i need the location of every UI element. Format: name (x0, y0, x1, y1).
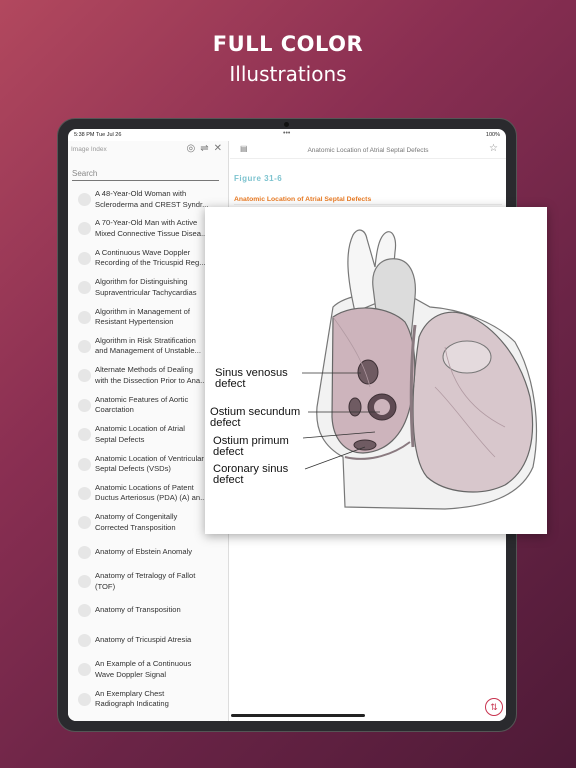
figure-title: Anatomic Location of Atrial Septal Defec… (234, 196, 372, 203)
battery-indicator: 100% (485, 132, 500, 138)
list-item-line1: A 48-Year-Old Woman with (95, 189, 187, 198)
multitask-dots-icon[interactable]: ••• (283, 130, 290, 137)
list-item-line2: Radiograph Indicating (95, 699, 169, 709)
list-item[interactable]: An Exemplary Chest Radiograph Indicating (68, 685, 229, 714)
content-header: ▤ Anatomic Location of Atrial Septal Def… (230, 141, 506, 159)
search-input[interactable]: Search (72, 169, 219, 181)
thumbnail-icon (78, 310, 91, 324)
list-item-line1: An Example of a Continuous (95, 659, 192, 669)
close-icon[interactable]: ✕ (214, 143, 222, 154)
divider (234, 204, 502, 205)
label-line: defect (213, 473, 244, 486)
label-ostium-primum: Ostium primum defect (213, 436, 289, 457)
thumbnail-icon (78, 663, 91, 677)
search-placeholder: Search (72, 169, 98, 178)
thumbnail-icon (78, 516, 91, 530)
thumbnail-icon (78, 545, 91, 559)
list-item-line2: (TOF) (95, 581, 116, 591)
sidebar-header: Image Index ◎ ⇌ ✕ (68, 141, 228, 159)
thumbnail-icon (78, 633, 91, 647)
sidebar-header-icons: ◎ ⇌ ✕ (186, 143, 222, 154)
thumbnail-icon (78, 692, 91, 706)
list-item[interactable]: An Example of a Continuous Wave Doppler S… (68, 655, 229, 684)
thumbnail-icon (78, 369, 91, 383)
list-item[interactable]: Anatomy of Tetralogy of Fallot (TOF) (68, 567, 229, 596)
content-header-title: Anatomic Location of Atrial Septal Defec… (307, 147, 429, 154)
list-item[interactable]: Anatomy of Tricuspid Atresia (68, 626, 229, 655)
label-line: defect (213, 445, 244, 458)
thumbnail-icon (78, 222, 91, 236)
thumbnail-icon (78, 251, 91, 265)
figure-number: Figure 31-6 (234, 174, 283, 183)
label-line: Ostium primum (213, 435, 289, 447)
status-bar: 5:38 PM Tue Jul 26 ••• 100% (68, 129, 506, 141)
figure-popout[interactable]: Sinus venosus defect Ostium secundum defec… (205, 207, 547, 534)
list-item-line1: Anatomy of Tricuspid Atresia (95, 634, 192, 644)
label-line: Sinus venosus (215, 367, 288, 379)
list-item[interactable]: Anatomy of Transposition (68, 596, 229, 625)
label-sinus-venosus: Sinus venosus defect (215, 368, 288, 389)
list-item-line2: Wave Doppler Signal (95, 669, 167, 679)
list-item-line1: Anatomy of Ebstein Anomaly (95, 546, 193, 556)
target-icon[interactable]: ◎ (186, 143, 195, 154)
label-coronary-sinus: Coronary sinus defect (213, 464, 288, 485)
sidebar-title: Image Index (71, 146, 107, 153)
label-line: defect (210, 416, 241, 429)
camera-dot (284, 122, 289, 127)
label-line: Ostium secundum (210, 406, 301, 418)
thumbnail-icon (78, 281, 91, 295)
label-ostium-secundum: Ostium secundum defect (210, 407, 300, 428)
status-time: 5:38 PM Tue Jul 26 (74, 132, 122, 138)
thumbnail-icon (78, 457, 91, 471)
thumbnail-icon (78, 604, 91, 618)
promo-title: FULL COLOR (212, 32, 364, 56)
promo-subtitle: Illustrations (229, 62, 347, 86)
filter-icon[interactable]: ⇌ (200, 143, 208, 154)
list-item-line1: Anatomy of Transposition (95, 605, 181, 615)
list-item-line1: An Exemplary Chest (95, 688, 165, 698)
thumbnail-icon (78, 428, 91, 442)
home-indicator (231, 714, 365, 717)
adjust-sliders-icon[interactable]: ⇅ (485, 698, 503, 716)
label-line: Coronary sinus (213, 463, 289, 475)
list-item[interactable]: Anatomy of Ebstein Anomaly (68, 538, 229, 567)
thumbnail-icon (78, 193, 91, 206)
list-item-line1: Anatomy of Tetralogy of Fallot (95, 571, 196, 581)
bookmark-star-icon[interactable]: ☆ (489, 143, 498, 154)
label-line: defect (215, 377, 246, 390)
thumbnail-icon (78, 486, 91, 500)
promo-headline: FULL COLOR Illustrations (0, 32, 576, 86)
thumbnail-icon (78, 575, 91, 589)
thumbnail-icon (78, 339, 91, 353)
thumbnail-icon (78, 398, 91, 412)
